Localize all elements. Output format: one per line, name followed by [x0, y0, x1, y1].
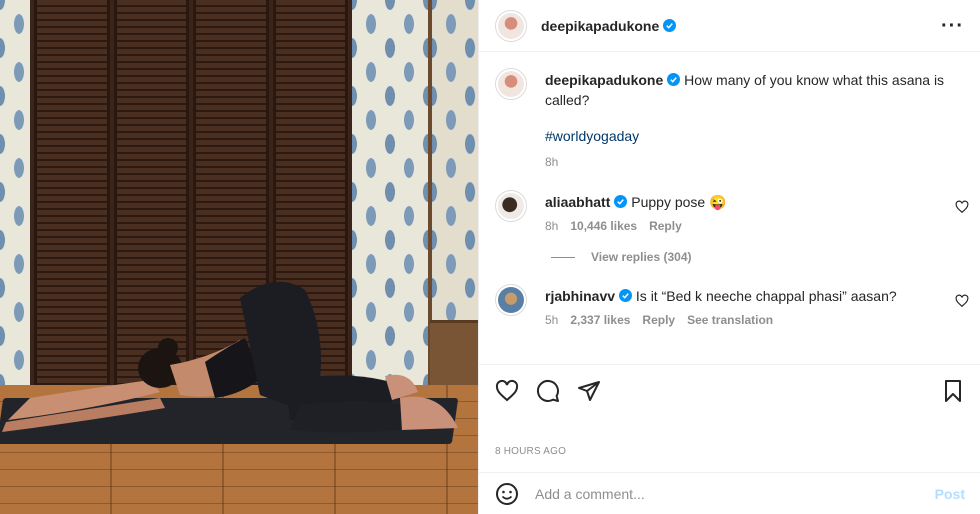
reply-button[interactable]: Reply: [649, 216, 682, 236]
post-header: deepikapadukone ···: [479, 0, 980, 52]
reply-button[interactable]: Reply: [642, 310, 675, 330]
more-options-icon[interactable]: ···: [941, 16, 964, 36]
comment-icon[interactable]: [536, 379, 560, 403]
comment-time[interactable]: 8h: [545, 216, 558, 236]
view-replies-button[interactable]: View replies (304): [551, 250, 965, 264]
comment-likes[interactable]: 2,337 likes: [570, 310, 630, 330]
comment-row: aliaabhatt Puppy pose 😜 8h 10,446 likes …: [495, 190, 969, 236]
person-in-puppy-pose: [2, 281, 458, 433]
comment-input[interactable]: [535, 485, 935, 502]
verified-badge-icon: [619, 289, 633, 302]
verified-badge-icon: [667, 73, 681, 86]
hashtag-link[interactable]: #worldyogaday: [545, 126, 965, 146]
post-detail-panel: deepikapadukone ··· deepikapadukone How …: [478, 0, 980, 514]
verified-badge-icon: [614, 195, 628, 208]
share-icon[interactable]: [577, 379, 601, 403]
comment-text: Is it “Bed k neeche chappal phasi” aasan…: [635, 288, 897, 304]
caption-username[interactable]: deepikapadukone: [545, 72, 663, 88]
comment-time[interactable]: 5h: [545, 310, 558, 330]
post-time-ago[interactable]: 8 HOURS AGO: [495, 446, 566, 457]
comments-section: deepikapadukone How many of you know wha…: [479, 52, 980, 364]
comment-likes[interactable]: 10,446 likes: [570, 216, 637, 236]
caption-time[interactable]: 8h: [545, 152, 558, 172]
comment-like-icon[interactable]: [955, 294, 969, 308]
verified-badge-icon: [663, 19, 677, 32]
caption-row: deepikapadukone How many of you know wha…: [495, 68, 965, 172]
view-replies-label: View replies (304): [591, 250, 692, 264]
emoji-icon[interactable]: [495, 482, 519, 506]
action-bar: [479, 364, 980, 416]
commenter-username[interactable]: rjabhinavv: [545, 288, 615, 304]
see-translation-button[interactable]: See translation: [687, 310, 773, 330]
add-comment-bar: Post: [479, 472, 980, 514]
author-avatar[interactable]: [495, 9, 527, 42]
author-avatar[interactable]: [495, 68, 527, 100]
bookmark-icon[interactable]: [941, 379, 965, 403]
commenter-username[interactable]: aliaabhatt: [545, 194, 610, 210]
comment-like-icon[interactable]: [955, 200, 969, 214]
commenter-avatar[interactable]: [495, 190, 527, 222]
heart-icon[interactable]: [495, 379, 519, 403]
post-comment-button[interactable]: Post: [935, 486, 965, 502]
commenter-avatar[interactable]: [495, 284, 527, 316]
comment-row: rjabhinavv Is it “Bed k neeche chappal p…: [495, 284, 969, 330]
comment-text: Puppy pose 😜: [631, 194, 727, 210]
post-photo[interactable]: [0, 0, 478, 514]
author-username[interactable]: deepikapadukone: [541, 18, 659, 34]
